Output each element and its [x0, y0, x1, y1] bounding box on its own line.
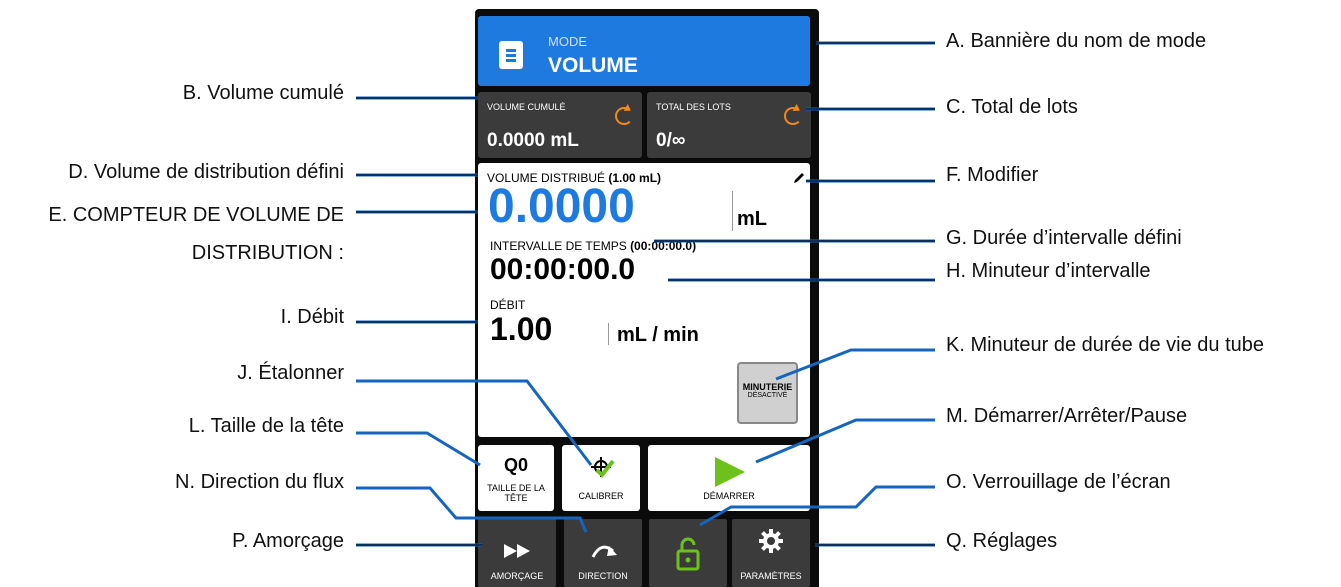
callout-q: Q. Réglages	[946, 530, 1058, 552]
callout-g: G. Durée d’intervalle défini	[946, 227, 1182, 249]
callout-d: D. Volume de distribution défini	[68, 161, 344, 183]
callout-k: K. Minuteur de durée de vie du tube	[946, 334, 1264, 356]
callout-f: F. Modifier	[946, 164, 1039, 186]
callout-o: O. Verrouillage de l’écran	[946, 471, 1171, 493]
callout-m: M. Démarrer/Arrêter/Pause	[946, 405, 1188, 427]
callout-b: B. Volume cumulé	[182, 82, 344, 104]
callout-h: H. Minuteur d’intervalle	[946, 260, 1151, 282]
callout-p: P. Amorçage	[232, 530, 344, 552]
callout-n: N. Direction du flux	[175, 471, 344, 493]
callout-l: L. Taille de la tête	[188, 415, 344, 437]
callout-c: C. Total de lots	[946, 96, 1078, 118]
callout-e-line1: E. COMPTEUR DE VOLUME DE	[48, 204, 344, 226]
callout-a: A. Bannière du nom de mode	[946, 30, 1207, 52]
callout-j: J. Étalonner	[237, 362, 344, 384]
callout-e-line2: DISTRIBUTION :	[191, 242, 344, 264]
callout-i: I. Débit	[280, 306, 344, 328]
